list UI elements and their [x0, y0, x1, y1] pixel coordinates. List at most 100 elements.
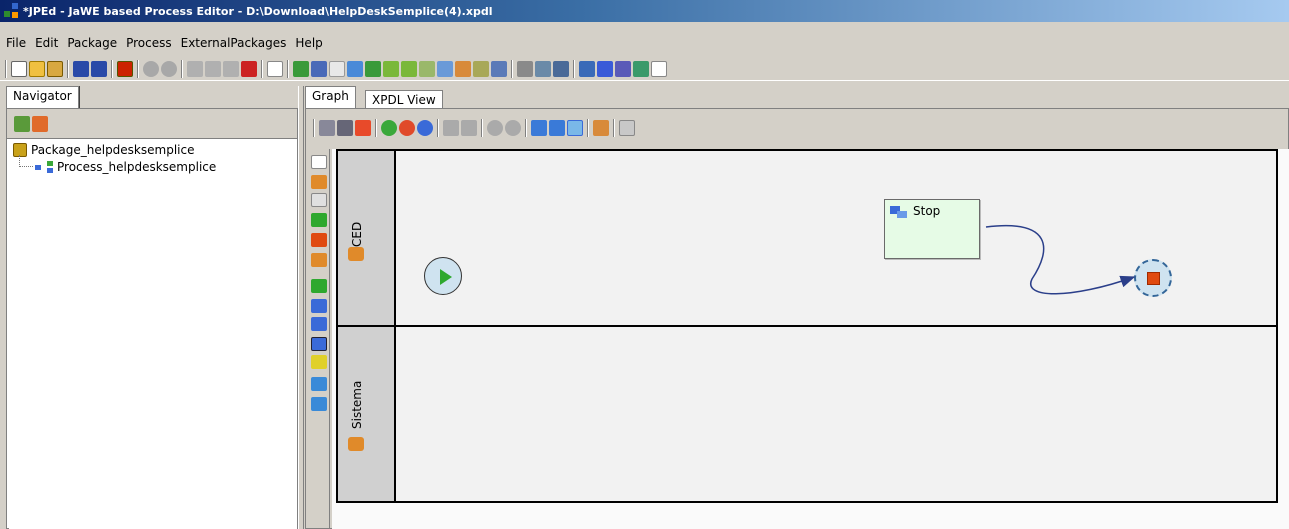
graph-canvas[interactable]: CED Stop Sistema — [332, 149, 1289, 529]
save-pdf-icon[interactable] — [355, 120, 371, 136]
menu-package[interactable]: Package — [67, 36, 117, 50]
zoom-in-icon[interactable] — [381, 120, 397, 136]
expand-icon[interactable] — [14, 115, 30, 132]
tree-icon[interactable] — [553, 60, 569, 77]
save-icon[interactable] — [73, 60, 89, 77]
lane-icon[interactable] — [311, 253, 327, 267]
applications-icon[interactable] — [401, 60, 417, 77]
toolbar-separator — [313, 119, 315, 137]
search-icon[interactable] — [579, 60, 595, 77]
app-icon — [4, 3, 20, 19]
data-fields-icon[interactable] — [419, 60, 435, 77]
tab-navigator[interactable]: Navigator — [6, 86, 79, 108]
application-window: *JPEd - JaWE based Process Editor - D:\D… — [0, 0, 1289, 529]
package-list-icon[interactable] — [633, 60, 649, 77]
select-icon[interactable] — [567, 120, 583, 136]
toolbar-separator — [375, 119, 377, 137]
next-icon[interactable] — [505, 120, 521, 136]
pointer-icon[interactable] — [311, 155, 327, 169]
activity-label: Stop — [913, 204, 941, 218]
tab-graph[interactable]: Graph — [305, 86, 356, 108]
start-event[interactable] — [424, 257, 462, 295]
undo-icon[interactable] — [143, 60, 159, 77]
toolbar-separator — [587, 119, 589, 137]
external-process-icon[interactable] — [597, 60, 613, 77]
open-folder-icon[interactable] — [29, 60, 45, 77]
tool-activity-icon[interactable] — [311, 299, 327, 313]
block-activity-icon[interactable] — [311, 337, 327, 351]
previous-icon[interactable] — [487, 120, 503, 136]
external-attributes-icon[interactable] — [455, 60, 471, 77]
tree-connector — [19, 166, 33, 167]
graph-settings-icon[interactable] — [619, 120, 635, 136]
tree-node-package[interactable]: Package_helpdesksemplice — [13, 141, 194, 159]
play-icon — [440, 269, 452, 285]
zoom-out-icon[interactable] — [399, 120, 415, 136]
save-as-icon[interactable] — [91, 60, 107, 77]
navigator-tree: Package_helpdesksemplice Process_helpdes… — [9, 139, 297, 529]
exit-icon[interactable] — [117, 60, 133, 77]
insert-missing-start-end-icon[interactable] — [531, 120, 547, 136]
process-icon[interactable] — [311, 60, 327, 77]
participants-icon[interactable] — [383, 60, 399, 77]
menu-external-packages[interactable]: ExternalPackages — [181, 36, 287, 50]
tab-xpdl-view[interactable]: XPDL View — [365, 90, 443, 108]
paste-icon[interactable] — [223, 60, 239, 77]
remove-start-end-icon[interactable] — [549, 120, 565, 136]
participant-role-icon — [348, 437, 364, 451]
route-icon[interactable] — [311, 355, 327, 369]
package-icon — [13, 143, 27, 157]
participant-icon[interactable] — [593, 120, 609, 136]
cut-icon[interactable] — [187, 60, 203, 77]
menu-bar: File Edit Package Process ExternalPackag… — [0, 33, 1289, 53]
toolbar-separator — [573, 59, 575, 78]
subflow-icon[interactable] — [311, 317, 327, 331]
move-down-icon[interactable] — [443, 120, 459, 136]
insert-process-icon[interactable] — [365, 60, 381, 77]
splitter[interactable] — [298, 86, 304, 529]
self-transition-icon[interactable] — [311, 397, 327, 411]
save-svg-icon[interactable] — [337, 120, 353, 136]
menu-help[interactable]: Help — [295, 36, 322, 50]
start-icon[interactable] — [311, 213, 327, 227]
generic-activity-icon[interactable] — [311, 279, 327, 293]
menu-process[interactable]: Process — [126, 36, 172, 50]
activity-stop[interactable]: Stop — [884, 199, 980, 259]
open-package-icon[interactable] — [47, 60, 63, 77]
end-event[interactable] — [1134, 259, 1172, 297]
lane-ced[interactable]: CED Stop — [336, 149, 1278, 327]
save-jpg-icon[interactable] — [319, 120, 335, 136]
package-tools-icon[interactable] — [491, 60, 507, 77]
tree-node-process[interactable]: Process_helpdesksemplice — [35, 158, 216, 176]
move-up-icon[interactable] — [461, 120, 477, 136]
properties-icon[interactable] — [267, 60, 283, 77]
lane-sistema[interactable]: Sistema — [336, 325, 1278, 503]
workflow-relevant-icon[interactable] — [473, 60, 489, 77]
copy-icon[interactable] — [205, 60, 221, 77]
menu-file[interactable]: File — [6, 36, 26, 50]
insert-package-icon[interactable] — [347, 60, 363, 77]
participant-role-icon — [348, 247, 364, 261]
actual-size-icon[interactable] — [417, 120, 433, 136]
spellcheck-icon[interactable] — [329, 60, 345, 77]
navigation-icon[interactable] — [535, 60, 551, 77]
references-icon[interactable] — [517, 60, 533, 77]
end-icon[interactable] — [311, 233, 327, 247]
toolbar-separator — [613, 119, 615, 137]
document-icon[interactable] — [651, 60, 667, 77]
delete-icon[interactable] — [241, 60, 257, 77]
tree-process-label: Process_helpdesksemplice — [57, 160, 217, 174]
subflow-icon[interactable] — [615, 60, 631, 77]
toolbar-separator — [481, 119, 483, 137]
redo-icon[interactable] — [161, 60, 177, 77]
free-participant-icon[interactable] — [311, 193, 327, 207]
collapse-icon[interactable] — [32, 115, 48, 132]
menu-edit[interactable]: Edit — [35, 36, 58, 50]
type-declarations-icon[interactable] — [437, 60, 453, 77]
participant-icon[interactable] — [311, 175, 327, 189]
transition-icon[interactable] — [311, 377, 327, 391]
toolbar-separator — [261, 59, 263, 78]
new-file-icon[interactable] — [11, 60, 27, 77]
graph-body: CED Stop Sistema — [305, 108, 1289, 529]
check-validity-icon[interactable] — [293, 60, 309, 77]
